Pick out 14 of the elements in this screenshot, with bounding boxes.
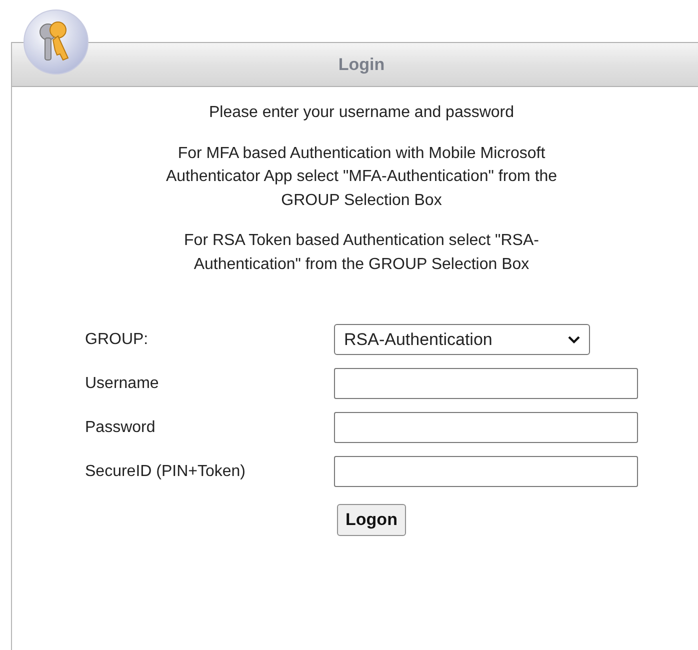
input-field[interactable] xyxy=(334,368,638,399)
instruction-text: For MFA based Authentication with Mobile Microsoft Authenticator App select "MFA-Authentication" from the GROUP Selection Box xyxy=(166,144,558,210)
field-label: SecureID (PIN+Token) xyxy=(85,462,247,482)
field-label: GROUP: xyxy=(85,330,150,350)
group-select[interactable]: RSA-Authentication xyxy=(334,324,590,355)
field-label: Password xyxy=(85,418,156,438)
panel-title: Login xyxy=(338,54,385,76)
password-field[interactable] xyxy=(334,412,638,443)
instruction-text: Please enter your username and password xyxy=(208,103,514,123)
instruction-text: For RSA Token based Authentication select "RSA- Authentication" from the GROUP Selection Box xyxy=(184,231,539,274)
field-label: Username xyxy=(85,374,160,394)
input-field[interactable] xyxy=(334,456,638,487)
logon-button[interactable]: Logon xyxy=(336,504,406,536)
chevron-down-icon xyxy=(568,336,580,344)
